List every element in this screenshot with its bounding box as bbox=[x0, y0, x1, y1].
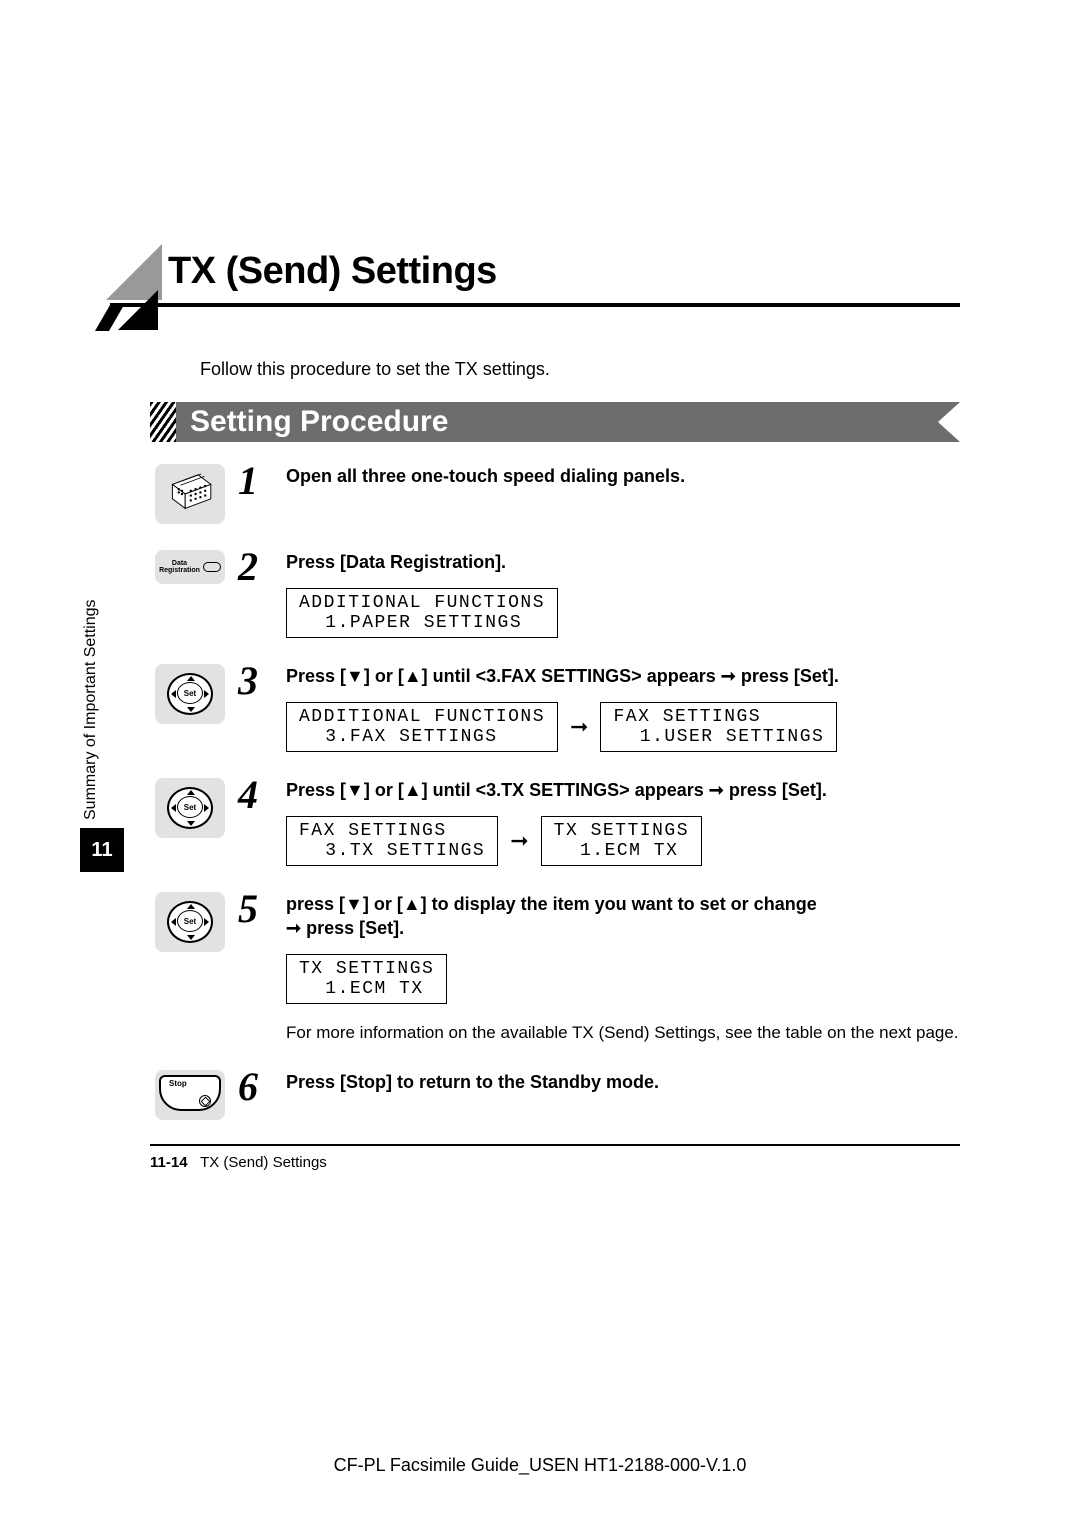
lcd-screen: TX SETTINGS 1.ECM TX bbox=[541, 816, 702, 866]
lcd-line: TX SETTINGS bbox=[299, 959, 434, 979]
section-title: Setting Procedure bbox=[176, 402, 960, 442]
sidebar-label: Summary of Important Settings bbox=[82, 780, 100, 820]
step-1: 1 Open all three one-touch speed dialing… bbox=[150, 464, 960, 524]
step-6-number: 6 bbox=[238, 1070, 278, 1120]
step-5-text: press [▼] or [▲] to display the item you… bbox=[286, 892, 960, 940]
intro-text: Follow this procedure to set the TX sett… bbox=[200, 359, 960, 380]
lcd-screen: ADDITIONAL FUNCTIONS 1.PAPER SETTINGS bbox=[286, 588, 558, 638]
data-registration-key-label: Data Registration bbox=[159, 560, 200, 574]
step-1-text: Open all three one-touch speed dialing p… bbox=[286, 464, 960, 488]
lcd-screen: FAX SETTINGS 1.USER SETTINGS bbox=[600, 702, 837, 752]
lcd-line: TX SETTINGS bbox=[554, 821, 689, 841]
footer-page-number: 11-14 bbox=[150, 1154, 188, 1171]
lcd-line: 1.USER SETTINGS bbox=[613, 727, 824, 747]
step-4-text: Press [▼] or [▲] until <3.TX SETTINGS> a… bbox=[286, 778, 960, 802]
step-6: Stop 6 Press [Stop] to return to the Sta… bbox=[150, 1070, 960, 1120]
chapter-rule bbox=[110, 303, 960, 307]
lcd-line: 1.PAPER SETTINGS bbox=[299, 613, 522, 633]
lcd-line: FAX SETTINGS bbox=[299, 821, 447, 841]
step-6-text: Press [Stop] to return to the Standby mo… bbox=[286, 1070, 960, 1094]
step-5: Set 5 press [▼] or [▲] to display the it… bbox=[150, 892, 960, 1044]
set-nav-icon: Set bbox=[155, 892, 225, 952]
step-3: Set 3 Press [▼] or [▲] until <3.FAX SETT… bbox=[150, 664, 960, 752]
steps: 1 Open all three one-touch speed dialing… bbox=[150, 464, 960, 1120]
arrow-icon: ➞ bbox=[510, 828, 528, 854]
page: TX (Send) Settings Follow this procedure… bbox=[110, 190, 960, 1171]
page-footer: 11-14 TX (Send) Settings bbox=[150, 1154, 960, 1171]
chapter-wedge-icon bbox=[106, 188, 162, 300]
lcd-line: 1.ECM TX bbox=[299, 979, 424, 999]
footer-rule bbox=[150, 1144, 960, 1146]
lcd-line: ADDITIONAL FUNCTIONS bbox=[299, 707, 545, 727]
set-button-label: Set bbox=[177, 910, 203, 932]
step-5-note: For more information on the available TX… bbox=[286, 1022, 960, 1044]
lcd-line: 3.TX SETTINGS bbox=[299, 841, 485, 861]
set-nav-icon: Set bbox=[155, 664, 225, 724]
lcd-screen: ADDITIONAL FUNCTIONS 3.FAX SETTINGS bbox=[286, 702, 558, 752]
step-4: Set 4 Press [▼] or [▲] until <3.TX SETTI… bbox=[150, 778, 960, 866]
arrow-icon: ➞ bbox=[570, 714, 588, 740]
chapter-title: TX (Send) Settings bbox=[168, 190, 960, 293]
stop-key-label: Stop bbox=[169, 1079, 187, 1088]
key-shape-icon bbox=[203, 562, 221, 572]
footer-title: TX (Send) Settings bbox=[200, 1154, 327, 1171]
section-bar: Setting Procedure bbox=[150, 402, 960, 442]
lcd-line: 1.ECM TX bbox=[554, 841, 679, 861]
step-5-number: 5 bbox=[238, 892, 278, 1044]
set-button-label: Set bbox=[177, 796, 203, 818]
step-2: Data Registration 2 Press [Data Registra… bbox=[150, 550, 960, 638]
set-nav-icon: Set bbox=[155, 778, 225, 838]
lcd-line: ADDITIONAL FUNCTIONS bbox=[299, 593, 545, 613]
arrow-icon: ➞ bbox=[721, 666, 736, 686]
lcd-screen: TX SETTINGS 1.ECM TX bbox=[286, 954, 447, 1004]
step-1-number: 1 bbox=[238, 464, 278, 524]
step-2-number: 2 bbox=[238, 550, 278, 638]
arrow-icon: ➞ bbox=[709, 780, 724, 800]
step-3-number: 3 bbox=[238, 664, 278, 752]
set-button-label: Set bbox=[177, 682, 203, 704]
lcd-line: 3.FAX SETTINGS bbox=[299, 727, 498, 747]
step-3-text: Press [▼] or [▲] until <3.FAX SETTINGS> … bbox=[286, 664, 960, 688]
stop-key-icon: Stop bbox=[155, 1070, 225, 1120]
lcd-line: FAX SETTINGS bbox=[613, 707, 761, 727]
section-hatch-icon bbox=[150, 402, 176, 442]
data-registration-key-icon: Data Registration bbox=[155, 550, 225, 584]
lcd-screen: FAX SETTINGS 3.TX SETTINGS bbox=[286, 816, 498, 866]
step-2-text: Press [Data Registration]. bbox=[286, 550, 960, 574]
step-4-number: 4 bbox=[238, 778, 278, 866]
panels-icon bbox=[155, 464, 225, 524]
stop-dot-icon bbox=[199, 1095, 211, 1107]
document-id: CF-PL Facsimile Guide_USEN HT1-2188-000-… bbox=[0, 1455, 1080, 1476]
arrow-icon: ➞ bbox=[286, 918, 301, 938]
